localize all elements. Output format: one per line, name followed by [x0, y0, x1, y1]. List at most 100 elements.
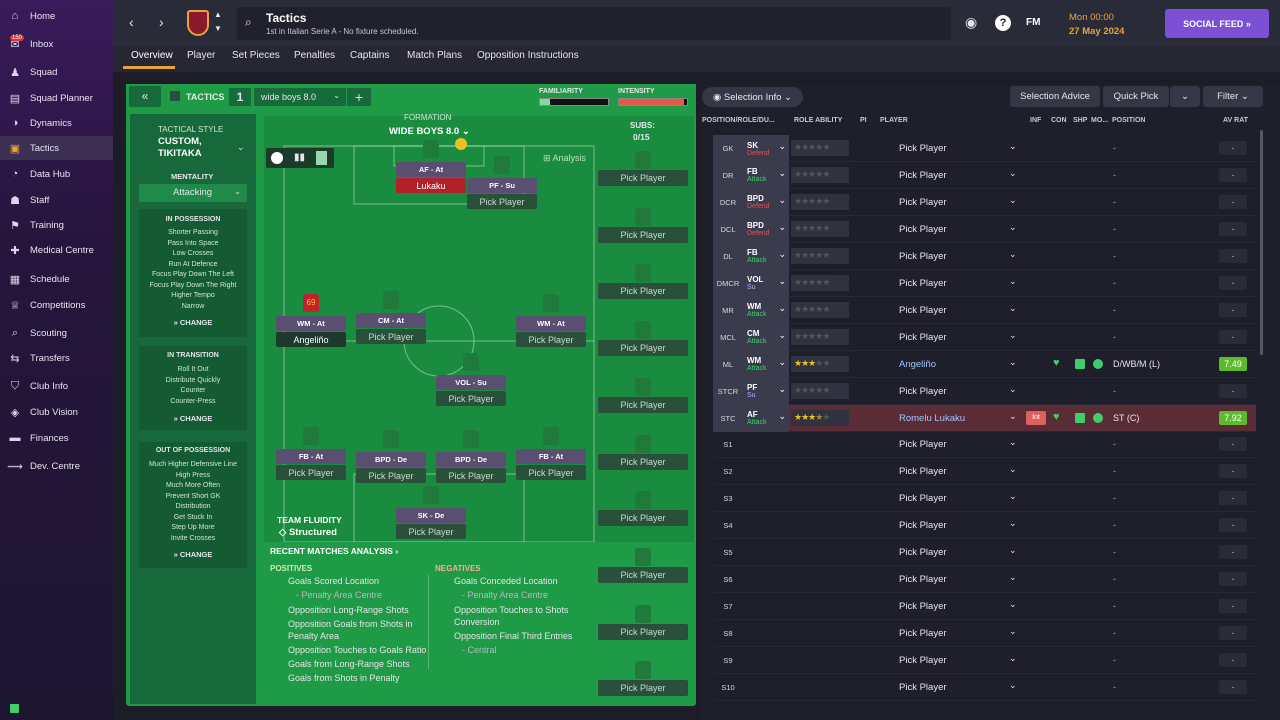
table-row[interactable]: MR WM Attack ⌄ ★★★★★ Pick Player ⌄ - - — [713, 296, 1256, 324]
sidebar-item-home[interactable]: ⌂ Home — [0, 4, 113, 28]
role-tag[interactable]: WM - At — [276, 316, 346, 331]
role-cell[interactable]: BPD Defend ⌄ — [743, 215, 789, 243]
sidebar-item-inbox[interactable]: ✉ 150 Inbox — [0, 32, 113, 56]
intensity-bar[interactable] — [618, 98, 688, 106]
column-header[interactable]: ROLE ABILITY — [794, 117, 842, 124]
column-header[interactable]: AV RAT — [1223, 117, 1248, 124]
tab-penalties[interactable]: Penalties — [294, 50, 335, 61]
sidebar-item-tactics[interactable]: ▣ Tactics — [0, 136, 113, 160]
table-row[interactable]: S2 Pick Player ⌄ - - — [713, 458, 1256, 486]
table-row[interactable]: S5 Pick Player ⌄ - - — [713, 539, 1256, 567]
chevron-down-icon[interactable]: ⌄ — [778, 222, 786, 233]
player-select[interactable]: Pick Player — [276, 465, 346, 480]
table-row[interactable]: STCR PF Su ⌄ ★★★★★ Pick Player ⌄ - - — [713, 377, 1256, 405]
sub-slot[interactable]: Pick Player — [598, 623, 688, 640]
player-shirt[interactable] — [463, 353, 479, 371]
player-select[interactable]: Pick Player ⌄ — [899, 620, 1029, 647]
player-shirt[interactable] — [463, 430, 479, 448]
table-row[interactable]: S4 Pick Player ⌄ - - — [713, 512, 1256, 540]
sub-slot[interactable]: Pick Player — [598, 680, 688, 697]
player-select[interactable]: Pick Player ⌄ — [899, 458, 1029, 485]
sidebar-item-club-info[interactable]: ⛉ Club Info — [0, 374, 113, 398]
player-select[interactable]: Angeliño — [276, 332, 346, 347]
role-cell[interactable]: VOL Su ⌄ — [743, 269, 789, 297]
player-select[interactable]: Pick Player ⌄ — [899, 647, 1029, 674]
chevron-down-icon[interactable]: ⌄ — [778, 303, 786, 314]
chevron-down-icon[interactable]: ⌄ — [778, 384, 786, 395]
table-row[interactable]: DMCR VOL Su ⌄ ★★★★★ Pick Player ⌄ - - — [713, 269, 1256, 297]
sub-shirt[interactable] — [635, 604, 651, 623]
role-tag[interactable]: SK - De — [396, 508, 466, 523]
player-select[interactable]: Pick Player — [356, 329, 426, 344]
tab-opposition-instructions[interactable]: Opposition Instructions — [477, 50, 579, 61]
sub-shirt[interactable] — [635, 547, 651, 566]
bottom-icon[interactable] — [10, 704, 19, 713]
table-row[interactable]: ML WM Attack ⌄ ★★★★★ Angeliño ⌄ ♥ D/WB/M (L) 7.49 — [713, 350, 1256, 378]
player-shirt[interactable] — [423, 486, 439, 504]
table-row[interactable]: S8 Pick Player ⌄ - - — [713, 620, 1256, 648]
player-select[interactable]: Pick Player — [436, 391, 506, 406]
familiarity-bar[interactable] — [539, 98, 609, 106]
chevron-up-icon[interactable]: ▲ — [214, 10, 222, 19]
player-shirt[interactable] — [423, 140, 439, 158]
recent-matches-title[interactable]: RECENT MATCHES ANALYSIS › — [270, 546, 398, 556]
role-tag[interactable]: BPD - De — [436, 452, 506, 467]
column-header[interactable]: CON — [1051, 117, 1067, 124]
sub-shirt[interactable] — [635, 207, 651, 226]
column-header[interactable]: POSITION/ROLE/DU... — [702, 117, 775, 124]
player-select[interactable]: Lukaku — [396, 178, 466, 193]
role-cell[interactable]: SK Defend ⌄ — [743, 135, 789, 162]
sidebar-item-dynamics[interactable]: ◑ Dynamics — [0, 111, 113, 135]
tactic-slot[interactable]: 1 — [229, 88, 251, 106]
table-row[interactable]: DL FB Attack ⌄ ★★★★★ Pick Player ⌄ - - — [713, 242, 1256, 270]
role-tag[interactable]: BPD - De — [356, 452, 426, 467]
sidebar-item-squad-planner[interactable]: ▤ Squad Planner — [0, 86, 113, 110]
table-row[interactable]: S3 Pick Player ⌄ - - — [713, 485, 1256, 513]
sub-slot[interactable]: Pick Player — [598, 340, 688, 357]
sub-slot[interactable]: Pick Player — [598, 226, 688, 243]
fm-logo[interactable]: FM — [1026, 17, 1040, 28]
player-select[interactable]: Pick Player ⌄ — [899, 189, 1029, 216]
player-select[interactable]: Pick Player ⌄ — [899, 539, 1029, 566]
column-header[interactable]: MO... — [1091, 117, 1108, 124]
collapse-button[interactable]: « — [129, 86, 161, 107]
in-transition-box[interactable]: IN TRANSITION Roll It Out Distribute Quic… — [139, 346, 247, 430]
role-cell[interactable]: WM Attack ⌄ — [743, 296, 789, 324]
column-header[interactable]: PLAYER — [880, 117, 908, 124]
sidebar-item-dev-centre[interactable]: ⟿ Dev. Centre — [0, 454, 113, 478]
role-tag[interactable]: VOL - Su — [436, 375, 506, 390]
column-header[interactable]: INF — [1030, 117, 1041, 124]
help-icon[interactable]: ? — [995, 15, 1011, 31]
selection-advice-button[interactable]: Selection Advice — [1010, 86, 1100, 107]
player-select[interactable]: Pick Player ⌄ — [899, 512, 1029, 539]
table-row[interactable]: MCL CM Attack ⌄ ★★★★★ Pick Player ⌄ - - — [713, 323, 1256, 351]
sidebar-item-staff[interactable]: ☗ Staff — [0, 188, 113, 212]
table-row[interactable]: S10 Pick Player ⌄ - - — [713, 674, 1256, 701]
role-cell[interactable]: CM Attack ⌄ — [743, 323, 789, 351]
chevron-down-icon[interactable]: ⌄ — [778, 411, 786, 422]
player-select[interactable]: Romelu Lukaku ⌄ — [899, 405, 1029, 432]
filter-button[interactable]: Filter ⌄ — [1203, 86, 1263, 107]
column-header[interactable]: POSITION — [1112, 117, 1145, 124]
player-select[interactable]: Pick Player ⌄ — [899, 431, 1029, 458]
sidebar-item-scouting[interactable]: ⌕ Scouting — [0, 321, 113, 345]
chevron-down-icon[interactable]: ⌄ — [778, 357, 786, 368]
person-icon[interactable] — [271, 152, 283, 164]
player-select[interactable]: Pick Player ⌄ — [899, 135, 1029, 162]
table-row[interactable]: S7 Pick Player ⌄ - - — [713, 593, 1256, 621]
sidebar-item-transfers[interactable]: ⇆ Transfers — [0, 346, 113, 370]
forward-icon[interactable]: › — [159, 14, 164, 30]
player-shirt[interactable] — [494, 156, 510, 174]
player-select[interactable]: Pick Player ⌄ — [899, 297, 1029, 324]
sub-shirt[interactable] — [635, 377, 651, 396]
bar-chart-icon[interactable]: ▮▮ — [294, 152, 305, 163]
sidebar-item-training[interactable]: ⚑ Training — [0, 213, 113, 237]
formation-name[interactable]: WIDE BOYS 8.0 ⌄ — [389, 126, 470, 137]
player-select[interactable]: Pick Player — [516, 332, 586, 347]
sub-shirt[interactable] — [635, 434, 651, 453]
table-row[interactable]: DCR BPD Defend ⌄ ★★★★★ Pick Player ⌄ - - — [713, 188, 1256, 216]
table-row[interactable]: DR FB Attack ⌄ ★★★★★ Pick Player ⌄ - - — [713, 161, 1256, 189]
player-shirt[interactable]: 69 — [303, 294, 319, 312]
analysis-link[interactable]: ⊞ Analysis — [543, 153, 586, 164]
sidebar-item-club-vision[interactable]: ◈ Club Vision — [0, 400, 113, 424]
